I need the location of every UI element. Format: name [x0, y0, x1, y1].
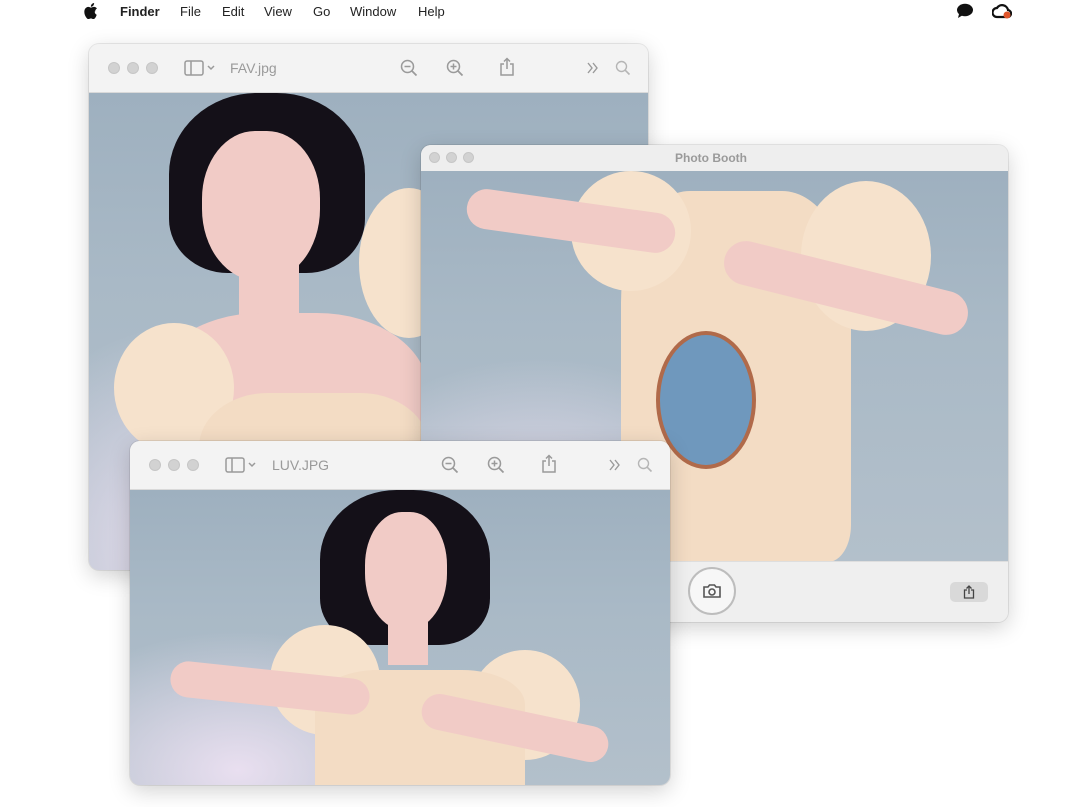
take-photo-button[interactable]: [688, 567, 736, 615]
more-chevron-icon[interactable]: [608, 458, 622, 472]
close-button[interactable]: [108, 62, 120, 74]
menu-view[interactable]: View: [264, 4, 292, 19]
photo-face: [365, 512, 447, 630]
window-title: Photo Booth: [675, 151, 747, 165]
zoom-button[interactable]: [146, 62, 158, 74]
menu-app-finder[interactable]: Finder: [120, 4, 160, 19]
apple-logo-icon[interactable]: [84, 3, 98, 19]
window-controls: [149, 459, 199, 471]
creative-cloud-icon[interactable]: [992, 3, 1012, 20]
titlebar[interactable]: LUV.JPG: [130, 441, 670, 490]
minimize-button[interactable]: [446, 152, 457, 163]
zoom-out-icon[interactable]: [441, 456, 459, 474]
zoom-in-icon[interactable]: [487, 456, 505, 474]
camera-icon: [703, 584, 721, 598]
minimize-button[interactable]: [168, 459, 180, 471]
messages-icon[interactable]: [956, 3, 974, 19]
zoom-in-icon[interactable]: [446, 59, 464, 77]
search-icon[interactable]: [615, 60, 631, 76]
titlebar[interactable]: Photo Booth: [421, 145, 1008, 172]
window-title: FAV.jpg: [230, 60, 277, 76]
close-button[interactable]: [429, 152, 440, 163]
preview-window-luv[interactable]: LUV.JPG: [130, 441, 670, 785]
photo-neck: [388, 620, 428, 665]
search-icon[interactable]: [637, 457, 653, 473]
zoom-button[interactable]: [463, 152, 474, 163]
menu-file[interactable]: File: [180, 4, 201, 19]
menu-edit[interactable]: Edit: [222, 4, 244, 19]
zoom-button[interactable]: [187, 459, 199, 471]
share-icon[interactable]: [499, 57, 515, 77]
window-title: LUV.JPG: [272, 457, 330, 473]
photo-face: [202, 131, 320, 281]
sidebar-toggle-icon[interactable]: [225, 456, 259, 474]
sidebar-toggle-icon[interactable]: [184, 59, 218, 77]
share-icon[interactable]: [541, 454, 557, 474]
zoom-out-icon[interactable]: [400, 59, 418, 77]
share-button[interactable]: [950, 582, 988, 602]
menu-go[interactable]: Go: [313, 4, 330, 19]
window-controls: [429, 152, 474, 163]
image-luv: [130, 490, 670, 785]
menu-help[interactable]: Help: [418, 4, 445, 19]
photo-embroidered-medallion: [656, 331, 756, 469]
more-chevron-icon[interactable]: [586, 61, 600, 75]
menu-bar: Finder File Edit View Go Window Help: [0, 0, 1080, 24]
close-button[interactable]: [149, 459, 161, 471]
menu-window[interactable]: Window: [350, 4, 396, 19]
titlebar[interactable]: FAV.jpg: [89, 44, 648, 93]
share-icon: [963, 585, 975, 599]
minimize-button[interactable]: [127, 62, 139, 74]
window-controls: [108, 62, 158, 74]
